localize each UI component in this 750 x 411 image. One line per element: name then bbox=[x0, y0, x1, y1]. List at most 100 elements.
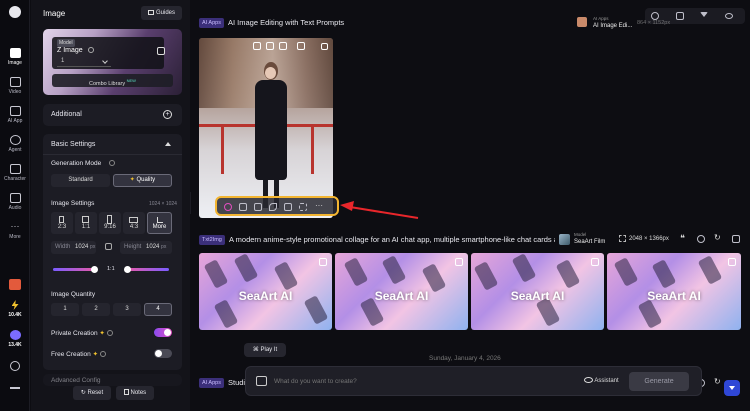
post2-tag[interactable]: Txt2Img bbox=[199, 235, 225, 245]
mode-quality[interactable]: ✦ Quality bbox=[113, 174, 172, 187]
slider-knob[interactable] bbox=[124, 266, 131, 273]
post2-image-4[interactable]: SeaArt AI bbox=[607, 253, 741, 330]
stat-bolt-1[interactable]: 10.4K bbox=[0, 300, 30, 318]
regenerate-icon[interactable]: ↻ bbox=[714, 233, 721, 242]
generate-button[interactable]: Generate bbox=[629, 372, 689, 391]
post2-image-1[interactable]: SeaArt AI bbox=[199, 253, 332, 330]
model-card[interactable]: Model Z Image 1 Combo Library NEW bbox=[43, 29, 182, 95]
woman-figure bbox=[253, 62, 289, 212]
ratio-icon bbox=[129, 217, 138, 223]
post2-fullscreen-icon[interactable] bbox=[619, 235, 626, 242]
gift-icon[interactable] bbox=[9, 279, 21, 290]
bolt-icon bbox=[11, 300, 19, 310]
plus-icon[interactable]: + bbox=[163, 110, 172, 119]
upscale-icon[interactable] bbox=[239, 203, 247, 211]
rail-item-audio[interactable]: Audio bbox=[0, 193, 30, 211]
more-dots-icon[interactable]: ··· bbox=[315, 201, 323, 210]
height-input[interactable]: Height 1024 px bbox=[120, 241, 172, 254]
delete-icon[interactable] bbox=[297, 42, 305, 50]
advanced-config-section[interactable]: Advanced Config bbox=[43, 374, 182, 386]
variation-icon[interactable] bbox=[254, 203, 262, 211]
width-slider[interactable] bbox=[53, 266, 98, 273]
brush-icon[interactable] bbox=[269, 203, 277, 211]
quantity-3[interactable]: 3 bbox=[113, 303, 141, 316]
expand-icon[interactable] bbox=[728, 258, 736, 266]
additional-label: Additional bbox=[51, 111, 82, 118]
ratio-1-1[interactable]: 1:1 bbox=[75, 212, 97, 234]
left-rail: Image Video AI App Agent Character Audio… bbox=[0, 0, 30, 411]
post1-image[interactable] bbox=[199, 38, 333, 218]
quantity-1[interactable]: 1 bbox=[51, 303, 79, 316]
quantity-2[interactable]: 2 bbox=[82, 303, 110, 316]
combo-library-button[interactable]: Combo Library NEW bbox=[52, 74, 173, 87]
remove-bg-icon[interactable] bbox=[299, 203, 307, 211]
eye-icon[interactable] bbox=[725, 13, 733, 19]
post2-model-caption: Model bbox=[574, 232, 587, 237]
post1-tag[interactable]: AI Apps bbox=[199, 18, 224, 28]
save-icon[interactable] bbox=[279, 42, 287, 50]
post1-app-name[interactable]: AI Image Edi... bbox=[593, 23, 632, 29]
link-ratio-icon[interactable] bbox=[105, 243, 112, 250]
rail-item-video[interactable]: Video bbox=[0, 77, 30, 95]
info-icon[interactable] bbox=[697, 235, 705, 243]
ratio-9-16[interactable]: 9:16 bbox=[99, 212, 121, 234]
back-icon[interactable] bbox=[9, 6, 21, 18]
scroll-down-button[interactable] bbox=[724, 380, 740, 396]
guides-button[interactable]: Guides bbox=[141, 6, 182, 20]
search-icon[interactable] bbox=[651, 12, 659, 20]
assistant-toggle[interactable]: Assistant bbox=[584, 377, 619, 384]
crop-icon[interactable] bbox=[284, 203, 292, 211]
additional-section[interactable]: Additional + bbox=[43, 104, 182, 126]
rail-item-image[interactable]: Image bbox=[0, 48, 30, 66]
expand-icon[interactable] bbox=[591, 258, 599, 266]
ratio-2-3[interactable]: 2:3 bbox=[51, 212, 73, 234]
post2-model-name[interactable]: SeaArt Film bbox=[574, 239, 605, 245]
red-fence-post bbox=[221, 124, 224, 174]
rail-item-agent[interactable]: Agent bbox=[0, 135, 30, 153]
add-image-icon[interactable] bbox=[256, 376, 267, 386]
reset-button[interactable]: ↻ Reset bbox=[73, 386, 111, 400]
model-count-select[interactable]: 1 bbox=[57, 58, 111, 67]
post3-tag[interactable]: AI Apps bbox=[199, 378, 224, 388]
post2-model-avatar[interactable] bbox=[559, 234, 570, 245]
notes-button[interactable]: Notes bbox=[116, 386, 154, 400]
magic-edit-icon[interactable] bbox=[224, 203, 232, 211]
stat-bolt-2[interactable]: 13.4K bbox=[0, 330, 30, 348]
basic-settings-section: Basic Settings Generation Mode Standard … bbox=[43, 134, 182, 370]
mode-standard[interactable]: Standard bbox=[51, 174, 110, 187]
info-icon bbox=[109, 160, 115, 166]
red-arrow-annotation bbox=[340, 201, 419, 219]
slider-knob[interactable] bbox=[91, 266, 98, 273]
post1-size: 864 × 1152px bbox=[637, 20, 671, 26]
height-slider[interactable] bbox=[124, 266, 169, 273]
expand-icon[interactable] bbox=[319, 258, 327, 266]
edit-icon[interactable] bbox=[253, 42, 261, 50]
grid-icon[interactable] bbox=[676, 12, 684, 20]
help-icon[interactable] bbox=[10, 361, 20, 371]
collapse-triangle-icon[interactable] bbox=[165, 142, 171, 146]
post1-app-avatar[interactable] bbox=[577, 17, 587, 27]
expand-icon[interactable] bbox=[455, 258, 463, 266]
rail-item-ai-app[interactable]: AI App bbox=[0, 106, 30, 124]
prompt-input[interactable] bbox=[274, 375, 554, 388]
menu-icon[interactable] bbox=[10, 387, 20, 389]
delete-icon[interactable] bbox=[732, 235, 740, 243]
swap-model-icon[interactable] bbox=[157, 47, 165, 55]
quantity-4[interactable]: 4 bbox=[144, 303, 172, 316]
post2-image-2[interactable]: SeaArt AI bbox=[335, 253, 468, 330]
width-input[interactable]: Width 1024 px bbox=[51, 241, 96, 254]
private-creation-toggle[interactable] bbox=[154, 328, 172, 337]
post2-title: A modern anime-style promotional collage… bbox=[229, 235, 555, 244]
filter-icon[interactable] bbox=[700, 12, 708, 17]
post1-expand-icon[interactable] bbox=[321, 43, 328, 50]
quote-icon[interactable]: ❝ bbox=[680, 233, 685, 244]
ratio-4-3[interactable]: 4:3 bbox=[123, 212, 145, 234]
free-creation-toggle[interactable] bbox=[154, 349, 172, 358]
ratio-more[interactable]: More bbox=[147, 212, 172, 234]
rail-item-character[interactable]: Character bbox=[0, 164, 30, 182]
play-it-button[interactable]: ⌘ Play It bbox=[244, 343, 286, 357]
rail-item-more[interactable]: ··· More bbox=[0, 222, 30, 241]
regenerate-icon[interactable]: ↻ bbox=[714, 377, 721, 386]
post2-image-3[interactable]: SeaArt AI bbox=[471, 253, 604, 330]
camera-icon[interactable] bbox=[266, 42, 274, 50]
